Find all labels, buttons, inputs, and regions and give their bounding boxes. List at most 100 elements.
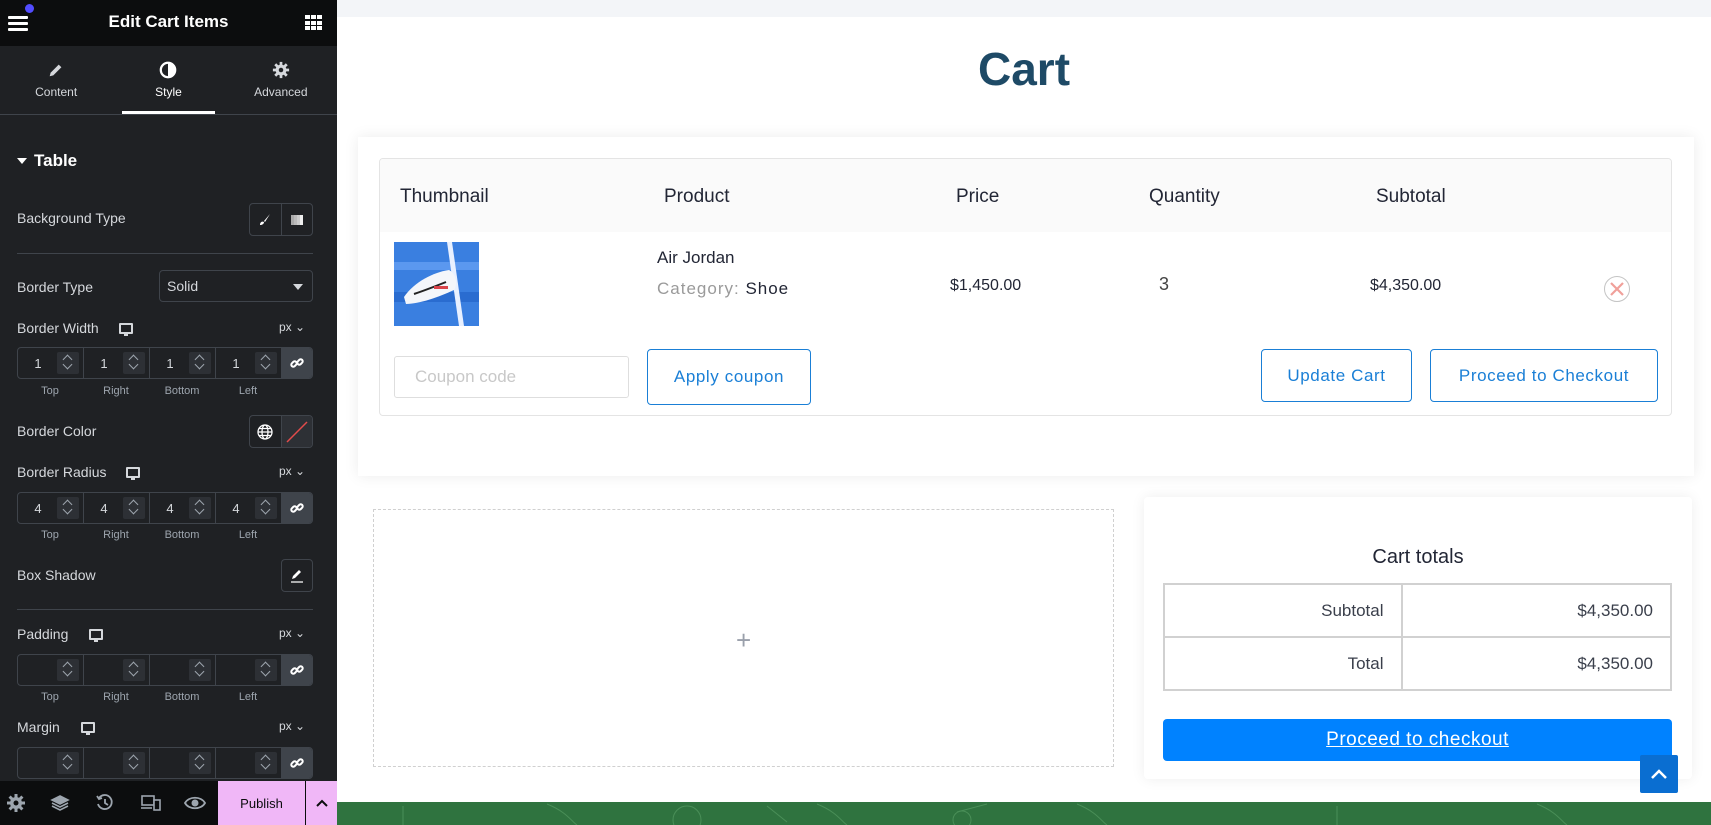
cart-table: Thumbnail Product Price Quantity Subtota… — [379, 158, 1672, 416]
border-radius-unit[interactable]: px ⌄ — [279, 464, 305, 478]
remove-item-button[interactable] — [1604, 276, 1630, 302]
tab-style[interactable]: Style — [112, 46, 224, 114]
product-name[interactable]: Air Jordan — [657, 248, 734, 268]
tab-content-label: Content — [35, 85, 78, 99]
tab-advanced[interactable]: Advanced — [225, 46, 337, 114]
border-width-unit[interactable]: px ⌄ — [279, 320, 305, 334]
stepper[interactable] — [57, 352, 79, 374]
border-radius-label: Border Radius — [17, 464, 107, 480]
empty-column-dropzone[interactable]: + — [373, 509, 1114, 767]
box-shadow-edit-button[interactable] — [281, 559, 313, 592]
responsive-icon[interactable] — [140, 793, 161, 813]
header-quantity: Quantity — [1149, 186, 1220, 207]
link-values-icon[interactable] — [282, 655, 312, 685]
border-width-left[interactable] — [216, 355, 256, 371]
quantity-input[interactable]: 3 — [1159, 274, 1169, 295]
section-title: Table — [34, 151, 78, 170]
border-width-right[interactable] — [84, 355, 124, 371]
stepper[interactable] — [123, 659, 145, 681]
border-radius-dimensions — [17, 492, 313, 524]
stepper[interactable] — [123, 352, 145, 374]
color-swatch-empty[interactable] — [280, 416, 312, 447]
border-radius-left[interactable] — [216, 500, 256, 516]
gear-icon — [272, 61, 289, 79]
add-element-plus-icon[interactable]: + — [736, 625, 751, 656]
border-width-bottom[interactable] — [150, 355, 190, 371]
globe-icon[interactable] — [250, 416, 281, 447]
border-color-label: Border Color — [17, 423, 97, 439]
pencil-icon — [49, 64, 62, 77]
stepper[interactable] — [57, 659, 79, 681]
settings-icon[interactable] — [6, 793, 26, 813]
totals-value: $4,350.00 — [1400, 583, 1672, 638]
padding-bottom[interactable] — [150, 662, 190, 678]
panel-tabs: Content Style Advanced — [0, 46, 337, 115]
gradient-icon[interactable] — [280, 204, 313, 235]
link-values-icon[interactable] — [282, 348, 312, 378]
border-width-top[interactable] — [18, 355, 58, 371]
border-radius-labels: Top Right Bottom Left — [41, 529, 258, 541]
link-values-icon[interactable] — [282, 493, 312, 523]
padding-left[interactable] — [216, 662, 256, 678]
border-width-label: Border Width — [17, 320, 99, 336]
border-type-select[interactable]: Solid — [159, 270, 313, 302]
desktop-icon[interactable] — [81, 722, 95, 735]
editor-panel: Edit Cart Items Content Style Advanced T… — [0, 0, 337, 825]
tab-content[interactable]: Content — [0, 46, 112, 114]
padding-unit[interactable]: px ⌄ — [279, 626, 305, 640]
section-table-toggle[interactable]: Table — [17, 151, 77, 171]
border-radius-top[interactable] — [18, 500, 58, 516]
header-thumbnail: Thumbnail — [400, 186, 489, 207]
stepper[interactable] — [255, 659, 277, 681]
header-product: Product — [664, 186, 730, 207]
product-thumbnail[interactable] — [394, 242, 479, 326]
border-radius-right[interactable] — [84, 500, 124, 516]
margin-label: Margin — [17, 719, 60, 735]
link-values-icon[interactable] — [282, 748, 312, 778]
border-radius-bottom[interactable] — [150, 500, 190, 516]
stepper[interactable] — [189, 497, 211, 519]
desktop-icon[interactable] — [119, 323, 133, 336]
margin-right[interactable] — [84, 755, 124, 771]
stepper[interactable] — [255, 352, 277, 374]
stepper[interactable] — [123, 752, 145, 774]
margin-unit[interactable]: px ⌄ — [279, 719, 305, 733]
stepper[interactable] — [57, 752, 79, 774]
publish-button[interactable]: Publish — [218, 781, 305, 825]
stepper[interactable] — [123, 497, 145, 519]
background-type-label: Background Type — [17, 210, 126, 226]
layers-icon[interactable] — [50, 793, 70, 813]
stepper[interactable] — [189, 659, 211, 681]
divider — [17, 253, 313, 254]
publish-options-chevron-up-icon[interactable] — [306, 781, 337, 825]
stepper[interactable] — [255, 752, 277, 774]
margin-top[interactable] — [18, 755, 58, 771]
panel-title: Edit Cart Items — [108, 12, 229, 31]
padding-top[interactable] — [18, 662, 58, 678]
stepper[interactable] — [189, 752, 211, 774]
background-type-choices — [249, 203, 313, 236]
history-icon[interactable] — [95, 793, 115, 813]
header-price: Price — [956, 186, 1000, 207]
stepper[interactable] — [189, 352, 211, 374]
apply-coupon-button[interactable]: Apply coupon — [647, 349, 811, 405]
stepper[interactable] — [255, 497, 277, 519]
brush-icon[interactable] — [250, 204, 281, 235]
padding-right[interactable] — [84, 662, 124, 678]
padding-dimensions — [17, 654, 313, 686]
proceed-to-checkout-link[interactable]: Proceed to checkout — [1163, 719, 1672, 761]
widgets-grid-icon[interactable] — [305, 15, 322, 31]
update-cart-button[interactable]: Update Cart — [1261, 349, 1412, 402]
proceed-to-checkout-button[interactable]: Proceed to Checkout — [1430, 349, 1658, 402]
coupon-code-input[interactable] — [394, 356, 629, 398]
preview-eye-icon[interactable] — [183, 793, 207, 813]
scroll-to-top-button[interactable] — [1640, 755, 1678, 793]
totals-value: $4,350.00 — [1400, 636, 1672, 691]
desktop-icon[interactable] — [89, 629, 103, 642]
stepper[interactable] — [57, 497, 79, 519]
desktop-icon[interactable] — [126, 467, 140, 480]
margin-dimensions — [17, 747, 313, 779]
caret-down-icon — [17, 158, 27, 164]
margin-bottom[interactable] — [150, 755, 190, 771]
margin-left[interactable] — [216, 755, 256, 771]
